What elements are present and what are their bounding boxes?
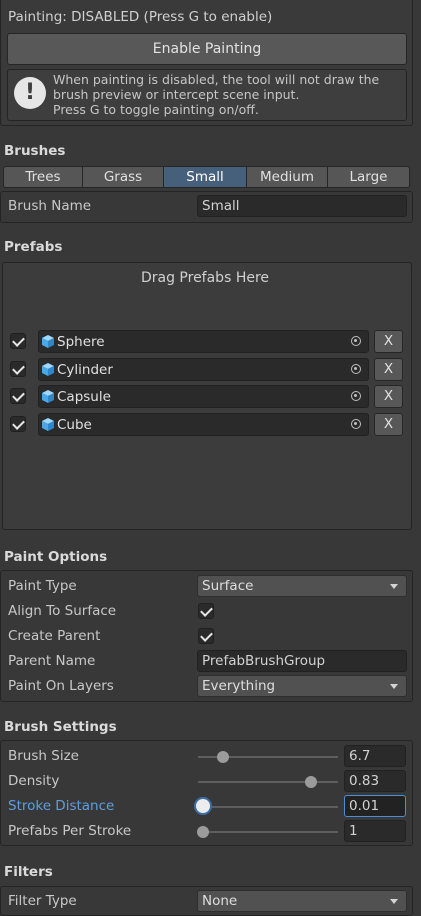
cube-icon: [42, 390, 54, 403]
prefab-object-field[interactable]: Sphere: [38, 330, 369, 353]
cube-icon: [42, 418, 54, 431]
tab-medium[interactable]: Medium: [246, 166, 328, 188]
tab-grass[interactable]: Grass: [82, 166, 164, 188]
prefab-enabled-checkbox[interactable]: [10, 333, 26, 349]
prefab-enabled-checkbox[interactable]: [10, 361, 26, 377]
stroke-distance-field[interactable]: 0.01: [344, 795, 406, 817]
paint-on-layers-value: Everything: [202, 678, 276, 694]
density-slider-thumb[interactable]: [304, 776, 317, 788]
parent-name-label: Parent Name: [8, 653, 96, 669]
filter-type-dropdown[interactable]: None: [197, 890, 407, 912]
object-picker-icon[interactable]: [351, 364, 361, 374]
prefab-object-field[interactable]: Capsule: [38, 385, 369, 408]
brush-size-field[interactable]: 6.7: [344, 745, 406, 767]
prefabs-per-stroke-slider-track[interactable]: [198, 831, 338, 833]
prefab-object-field[interactable]: Cylinder: [38, 358, 369, 381]
chevron-down-icon: [390, 584, 398, 589]
cube-icon: [42, 335, 54, 348]
remove-prefab-button[interactable]: X: [374, 330, 403, 353]
tab-trees[interactable]: Trees: [3, 166, 83, 188]
remove-prefab-button[interactable]: X: [374, 385, 403, 408]
paint-type-value: Surface: [202, 578, 254, 594]
prefabs-per-stroke-label: Prefabs Per Stroke: [8, 823, 132, 839]
paint-options-header: Paint Options: [4, 549, 108, 565]
prefab-name: Cylinder: [57, 362, 113, 378]
prefabs-per-stroke-slider-thumb[interactable]: [197, 826, 209, 838]
prefab-name: Sphere: [57, 334, 105, 350]
remove-prefab-button[interactable]: X: [374, 413, 403, 436]
paint-type-label: Paint Type: [8, 578, 77, 594]
create-parent-label: Create Parent: [8, 628, 101, 644]
stroke-distance-slider-track[interactable]: [198, 806, 338, 808]
prefabs-header: Prefabs: [4, 239, 63, 255]
tab-small[interactable]: Small: [163, 166, 247, 188]
object-picker-icon[interactable]: [351, 336, 361, 346]
object-picker-icon[interactable]: [351, 419, 361, 429]
paint-type-dropdown[interactable]: Surface: [197, 575, 407, 597]
density-field[interactable]: 0.83: [344, 770, 406, 792]
stroke-distance-label: Stroke Distance: [8, 798, 115, 814]
brush-name-field[interactable]: Small: [197, 195, 407, 217]
prefab-name: Capsule: [57, 389, 111, 405]
chevron-down-icon: [390, 899, 398, 904]
create-parent-checkbox[interactable]: [198, 628, 214, 644]
stroke-distance-slider-thumb[interactable]: [196, 799, 210, 813]
chevron-down-icon: [390, 684, 398, 689]
align-to-surface-label: Align To Surface: [8, 603, 117, 619]
paint-on-layers-label: Paint On Layers: [8, 678, 114, 694]
paint-on-layers-dropdown[interactable]: Everything: [197, 675, 407, 697]
brush-size-slider-thumb[interactable]: [216, 751, 229, 763]
help-text-line3: Press G to toggle painting on/off.: [53, 102, 259, 117]
brush-settings-header: Brush Settings: [4, 719, 117, 735]
prefabs-per-stroke-field[interactable]: 1: [344, 820, 406, 842]
tab-large[interactable]: Large: [327, 166, 410, 188]
help-box: ! When painting is disabled, the tool wi…: [7, 69, 407, 121]
object-picker-icon[interactable]: [351, 391, 361, 401]
brushes-header: Brushes: [4, 143, 66, 159]
density-slider-track[interactable]: [198, 781, 338, 783]
brush-size-label: Brush Size: [8, 748, 79, 764]
align-to-surface-checkbox[interactable]: [198, 603, 214, 619]
exclamation-icon: !: [14, 77, 46, 109]
cube-icon: [42, 363, 54, 376]
prefab-name: Cube: [57, 417, 92, 433]
help-text-line1: When painting is disabled, the tool will…: [53, 72, 380, 87]
enable-painting-button[interactable]: Enable Painting: [7, 33, 407, 65]
brush-name-label: Brush Name: [8, 198, 92, 214]
prefab-enabled-checkbox[interactable]: [10, 416, 26, 432]
remove-prefab-button[interactable]: X: [374, 358, 403, 381]
parent-name-field[interactable]: PrefabBrushGroup: [197, 650, 407, 672]
prefab-enabled-checkbox[interactable]: [10, 388, 26, 404]
filters-header: Filters: [4, 864, 53, 880]
density-label: Density: [8, 773, 60, 789]
drag-prefabs-hint: Drag Prefabs Here: [140, 270, 270, 286]
painting-status-label: Painting: DISABLED (Press G to enable): [8, 9, 273, 25]
prefab-object-field[interactable]: Cube: [38, 413, 369, 436]
filter-type-value: None: [202, 893, 238, 909]
filter-type-label: Filter Type: [8, 893, 77, 909]
help-text-line2: brush preview or intercept scene input.: [53, 87, 300, 102]
